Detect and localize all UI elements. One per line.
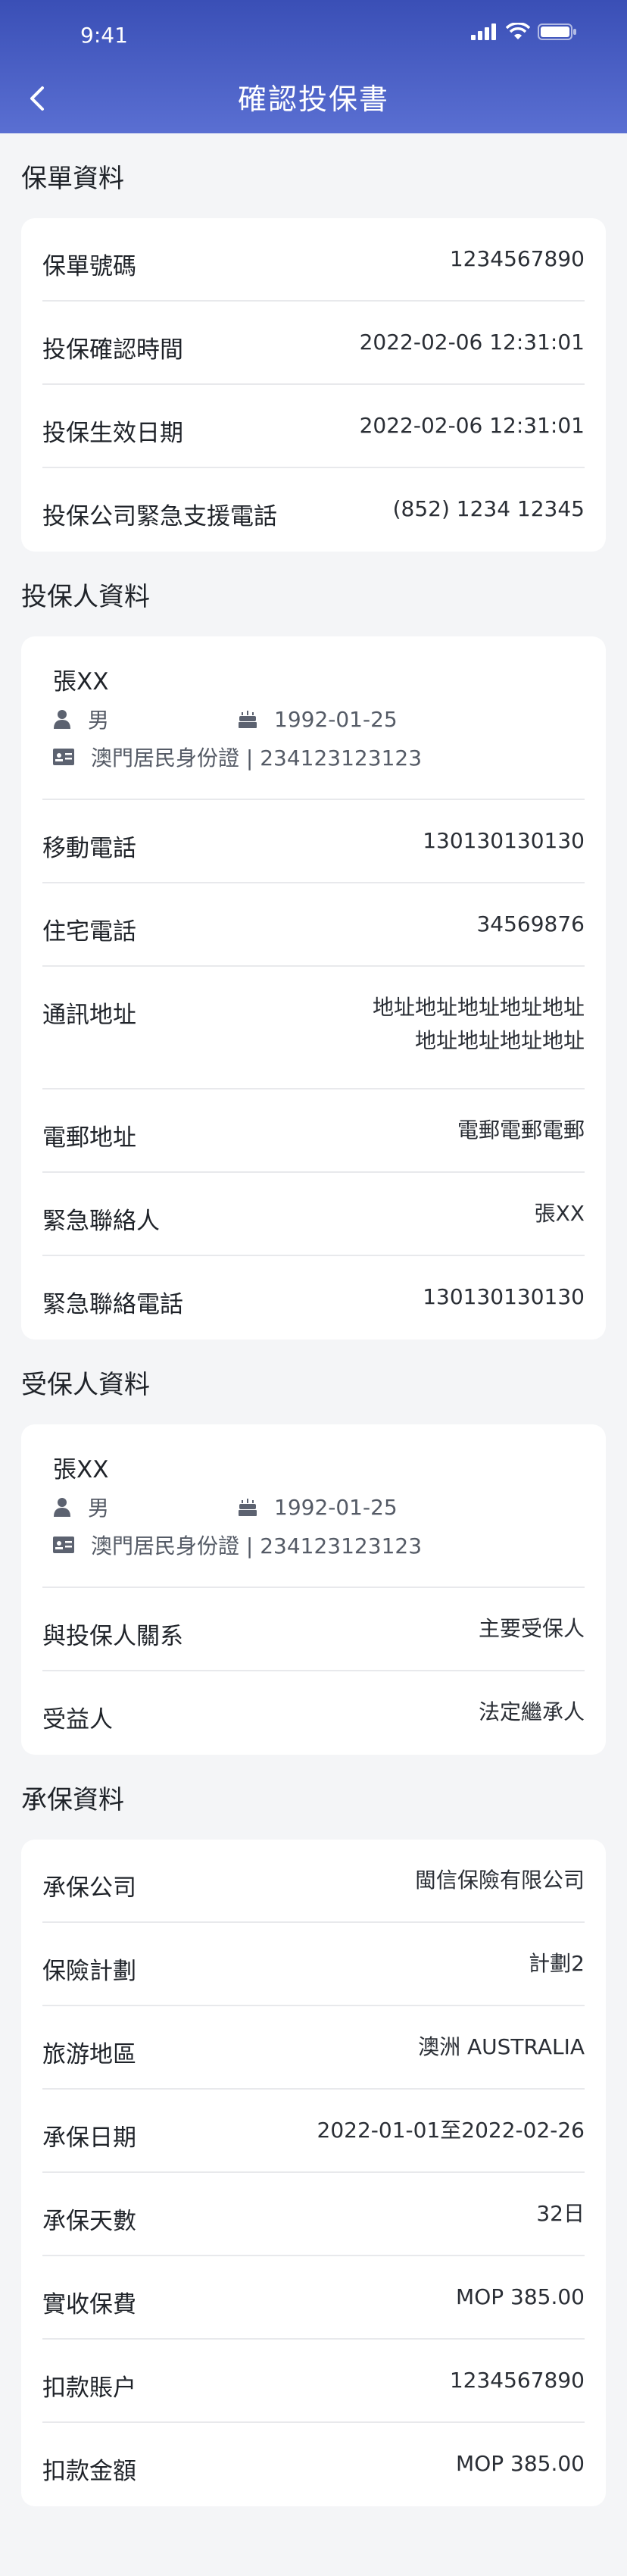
wifi-icon: [506, 23, 530, 39]
status-icons: [471, 23, 577, 41]
coverage-row: 扣款賬户 1234567890: [42, 2340, 585, 2423]
row-value: 34569876: [476, 911, 585, 936]
applicant-meta: 男 1992-01-25: [42, 700, 585, 738]
id-card-icon: [53, 749, 74, 765]
row-value: 32日: [536, 2201, 585, 2226]
row-label: 電郵地址: [42, 1124, 136, 1152]
row-label: 住宅電話: [42, 918, 136, 946]
row-label: 投保確認時間: [42, 336, 183, 364]
status-time: 9:41: [80, 23, 128, 48]
applicant-row-mobile: 移動電話 130130130130: [42, 800, 585, 883]
row-label: 旅游地區: [42, 2041, 136, 2068]
applicant-name: 張XX: [53, 668, 109, 696]
policy-row: 投保公司緊急支援電話 (852) 1234 12345: [42, 468, 585, 552]
row-value: 130130130130: [423, 1284, 585, 1309]
row-value: 計劃2: [529, 1951, 585, 1976]
coverage-card: 承保公司 閩信保險有限公司 保險計劃 計劃2 旅游地區 澳洲 AUSTRALIA…: [21, 1840, 606, 2506]
row-label: 承保天數: [42, 2208, 136, 2235]
row-label: 扣款金額: [42, 2458, 136, 2485]
applicant-dob: 1992-01-25: [274, 706, 398, 732]
coverage-row: 承保日期 2022-01-01至2022-02-26: [42, 2090, 585, 2173]
page-content: 保單資料 保單號碼 1234567890 投保確認時間 2022-02-06 1…: [0, 133, 627, 2567]
row-label: 投保生效日期: [42, 420, 183, 447]
birthday-cake-icon: [239, 1499, 257, 1516]
row-label: 緊急聯絡電話: [42, 1291, 183, 1318]
applicant-id-doc: 澳門居民身份證 | 234123123123: [91, 746, 423, 771]
coverage-row: 旅游地區 澳洲 AUSTRALIA: [42, 2006, 585, 2090]
applicant-gender: 男: [88, 708, 110, 733]
applicant-row-contact: 緊急聯絡人 張XX: [42, 1173, 585, 1256]
policy-row: 保單號碼 1234567890: [42, 218, 585, 302]
id-card-icon: [53, 1537, 74, 1553]
row-label: 保險計劃: [42, 1958, 136, 1985]
row-value: 閩信保險有限公司: [414, 1868, 585, 1893]
applicant-person: 張XX 男 1992-01-25 澳門居民身份證 | 234123123123: [42, 636, 585, 800]
birthday-cake-icon: [239, 711, 257, 728]
insured-meta: 男 1992-01-25: [42, 1488, 585, 1526]
row-label: 緊急聯絡人: [42, 1208, 160, 1235]
row-label: 通訊地址: [42, 1002, 136, 1029]
row-value: 1234567890: [449, 2368, 585, 2393]
applicant-row-email: 電郵地址 電郵電郵電郵: [42, 1089, 585, 1173]
row-value: (852) 1234 12345: [392, 496, 585, 521]
insured-card: 張XX 男 1992-01-25 澳門居民身份證 | 234123123123 …: [21, 1424, 606, 1755]
row-value: 1234567890: [449, 246, 585, 271]
policy-row: 投保確認時間 2022-02-06 12:31:01: [42, 302, 585, 385]
row-value: 130130130130: [423, 828, 585, 853]
insured-row-relation: 與投保人關系 主要受保人: [42, 1588, 585, 1671]
row-label: 移動電話: [42, 835, 136, 862]
row-label: 與投保人關系: [42, 1623, 183, 1650]
battery-icon: [538, 23, 576, 40]
row-value: MOP 385.00: [456, 2451, 585, 2476]
row-value: 2022-01-01至2022-02-26: [317, 2118, 585, 2143]
section-title-coverage: 承保資料: [21, 1784, 124, 1815]
signal-icon: [471, 23, 496, 40]
row-value: 張XX: [534, 1201, 585, 1226]
person-icon: [54, 710, 70, 729]
bottom-spacer: [0, 2506, 627, 2567]
coverage-row: 保險計劃 計劃2: [42, 1923, 585, 2006]
applicant-card: 張XX 男 1992-01-25 澳門居民身份證 | 234123123123 …: [21, 636, 606, 1340]
section-title-applicant: 投保人資料: [21, 581, 150, 612]
row-value: 2022-02-06 12:31:01: [359, 330, 585, 355]
row-value: MOP 385.00: [456, 2284, 585, 2309]
coverage-row: 承保天數 32日: [42, 2173, 585, 2256]
insured-row-beneficiary: 受益人 法定繼承人: [42, 1671, 585, 1755]
section-title-policy: 保單資料: [21, 163, 124, 194]
row-label: 保單號碼: [42, 253, 136, 280]
insured-id-doc: 澳門居民身份證 | 234123123123: [91, 1533, 423, 1558]
section-title-insured: 受保人資料: [21, 1369, 150, 1400]
policy-card: 保單號碼 1234567890 投保確認時間 2022-02-06 12:31:…: [21, 218, 606, 552]
row-label: 投保公司緊急支援電話: [42, 503, 277, 530]
insured-name: 張XX: [53, 1456, 109, 1483]
applicant-row-contact-phone: 緊急聯絡電話 130130130130: [42, 1256, 585, 1340]
row-label: 受益人: [42, 1706, 113, 1733]
insured-person: 張XX 男 1992-01-25 澳門居民身份證 | 234123123123: [42, 1424, 585, 1588]
row-label: 承保公司: [42, 1874, 136, 1902]
row-label: 扣款賬户: [42, 2374, 136, 2402]
row-value: 2022-02-06 12:31:01: [359, 413, 585, 438]
person-icon: [54, 1498, 70, 1517]
insured-gender: 男: [88, 1496, 110, 1521]
policy-row: 投保生效日期 2022-02-06 12:31:01: [42, 385, 585, 468]
insured-id-row: 澳門居民身份證 | 234123123123: [42, 1526, 585, 1564]
applicant-row-home: 住宅電話 34569876: [42, 883, 585, 967]
address-line-2: 地址地址地址地址: [414, 1028, 585, 1053]
page-title: 確認投保書: [237, 83, 389, 116]
coverage-row: 承保公司 閩信保險有限公司: [42, 1840, 585, 1923]
row-value: 法定繼承人: [478, 1699, 585, 1724]
coverage-row: 實收保費 MOP 385.00: [42, 2256, 585, 2340]
row-value: 地址地址地址地址地址 地址地址地址地址: [373, 991, 585, 1058]
row-value: 電郵電郵電郵: [457, 1118, 585, 1143]
coverage-row: 扣款金額 MOP 385.00: [42, 2423, 585, 2506]
row-value: 主要受保人: [478, 1616, 585, 1641]
row-label: 承保日期: [42, 2124, 136, 2152]
applicant-row-address: 通訊地址 地址地址地址地址地址 地址地址地址地址: [42, 967, 585, 1089]
insured-dob: 1992-01-25: [274, 1494, 398, 1520]
app-header: 9:41 確認投保書: [0, 0, 627, 133]
applicant-id-row: 澳門居民身份證 | 234123123123: [42, 738, 585, 776]
row-value: 澳洲 AUSTRALIA: [418, 2034, 585, 2059]
address-line-1: 地址地址地址地址地址: [372, 995, 585, 1020]
row-label: 實收保費: [42, 2291, 136, 2318]
